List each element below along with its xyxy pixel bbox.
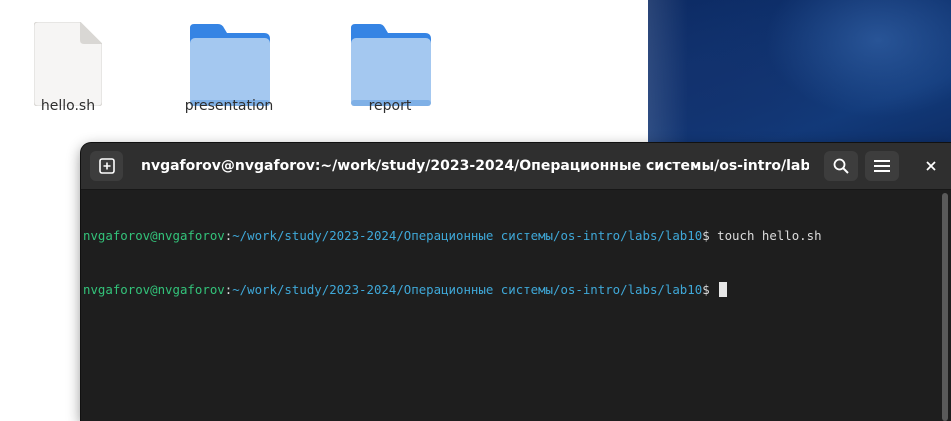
file-label: report bbox=[368, 98, 412, 114]
new-tab-icon bbox=[98, 158, 115, 174]
folder-icon bbox=[190, 24, 270, 106]
terminal-titlebar[interactable]: nvgaforov@nvgaforov:~/work/study/2023-20… bbox=[81, 143, 951, 190]
search-icon bbox=[833, 158, 849, 174]
search-button[interactable] bbox=[824, 151, 858, 181]
file-label: presentation bbox=[184, 98, 274, 114]
prompt-symbol: $ bbox=[702, 282, 718, 297]
file-label: hello.sh bbox=[40, 98, 96, 114]
prompt-path: ~/work/study/2023-2024/Операционные сист… bbox=[232, 282, 703, 297]
prompt-user: nvgaforov@nvgaforov bbox=[83, 282, 225, 297]
hamburger-menu-icon bbox=[874, 160, 890, 172]
folder-icon bbox=[351, 24, 431, 106]
terminal-output[interactable]: nvgaforov@nvgaforov:~/work/study/2023-20… bbox=[81, 190, 939, 421]
command-text: touch hello.sh bbox=[717, 228, 822, 243]
terminal-line: nvgaforov@nvgaforov:~/work/study/2023-20… bbox=[81, 281, 939, 299]
text-cursor bbox=[719, 282, 728, 297]
window-title: nvgaforov@nvgaforov:~/work/study/2023-20… bbox=[141, 158, 809, 174]
terminal-scrollbar[interactable] bbox=[942, 193, 948, 421]
terminal-window[interactable]: nvgaforov@nvgaforov:~/work/study/2023-20… bbox=[81, 143, 951, 421]
prompt-user: nvgaforov@nvgaforov bbox=[83, 228, 225, 243]
terminal-line: nvgaforov@nvgaforov:~/work/study/2023-20… bbox=[81, 227, 939, 245]
close-button[interactable] bbox=[919, 151, 943, 181]
text-file-icon bbox=[34, 22, 102, 106]
prompt-path: ~/work/study/2023-2024/Операционные сист… bbox=[232, 228, 703, 243]
main-menu-button[interactable] bbox=[865, 151, 899, 181]
close-icon bbox=[926, 161, 936, 171]
prompt-symbol: $ bbox=[702, 228, 718, 243]
new-tab-button[interactable] bbox=[90, 151, 123, 181]
